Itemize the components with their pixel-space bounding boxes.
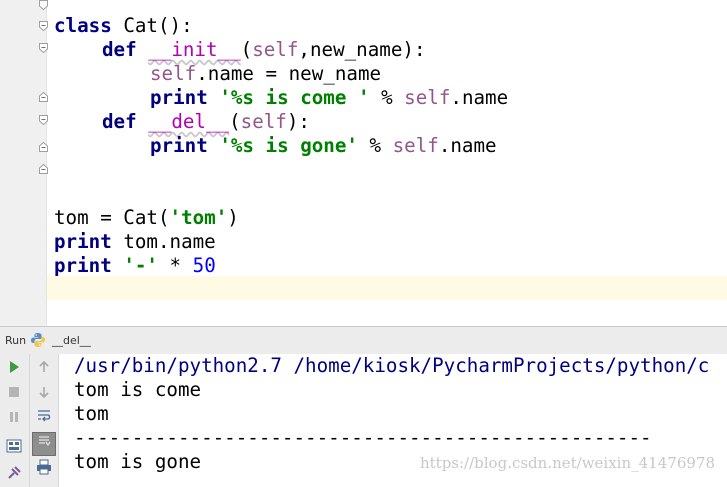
print-button[interactable] bbox=[33, 458, 55, 480]
code-text: ,new_name): bbox=[298, 38, 426, 61]
stop-icon bbox=[7, 384, 21, 403]
editor-gutter bbox=[0, 0, 48, 326]
code-text: * bbox=[157, 254, 193, 277]
console-line: tom is come bbox=[74, 378, 202, 401]
run-label: Run bbox=[5, 334, 27, 347]
code-line[interactable]: def __del__(self): bbox=[102, 110, 310, 134]
play-icon bbox=[7, 359, 21, 378]
string-literal: '%s is come ' bbox=[219, 86, 370, 109]
code-editor[interactable]: class Cat(): def __init__(self,new_name)… bbox=[0, 0, 727, 326]
pause-button[interactable] bbox=[3, 407, 25, 429]
self-token: self bbox=[392, 134, 439, 157]
keyword: print bbox=[54, 230, 112, 253]
code-text: tom.name bbox=[111, 230, 216, 253]
string-literal: '-' bbox=[123, 254, 158, 277]
code-text: Cat(): bbox=[111, 14, 193, 37]
keyword: class bbox=[54, 14, 112, 37]
python-icon bbox=[30, 332, 46, 348]
printer-icon bbox=[36, 459, 52, 479]
keyword: print bbox=[54, 254, 112, 277]
code-text: ): bbox=[286, 110, 310, 133]
string-literal: '%s is gone' bbox=[219, 134, 358, 157]
magic-method: __init__ bbox=[148, 38, 241, 61]
fold-end-icon[interactable] bbox=[39, 92, 48, 102]
layout-button[interactable] bbox=[3, 437, 25, 459]
code-line[interactable]: self.name = new_name bbox=[150, 62, 381, 86]
code-line[interactable]: print '%s is come ' % self.name bbox=[150, 86, 508, 110]
pause-icon bbox=[7, 409, 21, 428]
code-text: % bbox=[357, 134, 393, 157]
run-toolbar bbox=[0, 354, 30, 487]
scroll-down-button[interactable] bbox=[33, 382, 55, 404]
code-text: % bbox=[369, 86, 405, 109]
wrap-icon bbox=[36, 408, 52, 428]
arrow-down-icon bbox=[37, 384, 51, 403]
code-text: .name = new_name bbox=[196, 62, 382, 85]
current-line-highlight bbox=[47, 276, 727, 300]
code-text: ) bbox=[227, 206, 239, 229]
magic-method: __del__ bbox=[148, 110, 230, 133]
scroll-up-button[interactable] bbox=[33, 357, 55, 379]
fold-marker-icon[interactable] bbox=[39, 0, 48, 10]
layout-icon bbox=[6, 438, 22, 458]
self-token: self bbox=[240, 110, 287, 133]
watermark: https://blog.csdn.net/weixin_41476978 bbox=[419, 454, 715, 472]
fold-end-icon[interactable] bbox=[39, 164, 48, 174]
console-command-line: /usr/bin/python2.7 /home/kiosk/PycharmPr… bbox=[74, 354, 710, 377]
code-text: .name bbox=[450, 86, 509, 109]
soft-wrap-button[interactable] bbox=[33, 407, 55, 429]
self-token: self bbox=[252, 38, 299, 61]
scroll-to-end-button[interactable] bbox=[32, 432, 56, 456]
code-line[interactable]: tom = Cat('tom') bbox=[54, 206, 239, 230]
keyword: print bbox=[150, 134, 208, 157]
stop-button[interactable] bbox=[3, 382, 25, 404]
pin-icon bbox=[6, 465, 22, 485]
code-line[interactable]: print '%s is gone' % self.name bbox=[150, 134, 497, 158]
console-output[interactable]: /usr/bin/python2.7 /home/kiosk/PycharmPr… bbox=[59, 354, 727, 487]
code-line[interactable]: print tom.name bbox=[54, 230, 216, 254]
pin-button[interactable] bbox=[3, 464, 25, 486]
keyword: def bbox=[102, 110, 137, 133]
code-line[interactable]: class Cat(): bbox=[54, 14, 193, 38]
run-panel-header: Run __del__ bbox=[0, 326, 727, 355]
string-literal: 'tom' bbox=[169, 206, 228, 229]
code-text: ( bbox=[240, 38, 253, 61]
self-token: self bbox=[404, 86, 451, 109]
code-line[interactable]: def __init__(self,new_name): bbox=[102, 38, 426, 62]
arrow-up-icon bbox=[37, 359, 51, 378]
scroll-end-icon bbox=[36, 434, 52, 454]
console-line: tom bbox=[74, 402, 109, 425]
run-toolbar-secondary bbox=[30, 354, 59, 487]
code-text: ( bbox=[229, 110, 241, 133]
console-line: tom is gone bbox=[74, 450, 202, 473]
fold-start-icon[interactable] bbox=[39, 43, 48, 53]
number-literal: 50 bbox=[192, 254, 216, 277]
fold-start-icon[interactable] bbox=[39, 21, 48, 31]
keyword: print bbox=[150, 86, 208, 109]
fold-end-icon[interactable] bbox=[39, 142, 48, 152]
code-text: .name bbox=[438, 134, 497, 157]
keyword: def bbox=[102, 38, 137, 61]
code-line[interactable]: print '-' * 50 bbox=[54, 254, 216, 278]
fold-start-icon[interactable] bbox=[39, 115, 48, 125]
console-line: ----------------------------------------… bbox=[74, 426, 652, 449]
rerun-button[interactable] bbox=[3, 357, 25, 379]
self-token: self bbox=[150, 62, 197, 85]
code-text: tom = Cat( bbox=[54, 206, 170, 229]
run-config-name[interactable]: __del__ bbox=[52, 334, 91, 347]
